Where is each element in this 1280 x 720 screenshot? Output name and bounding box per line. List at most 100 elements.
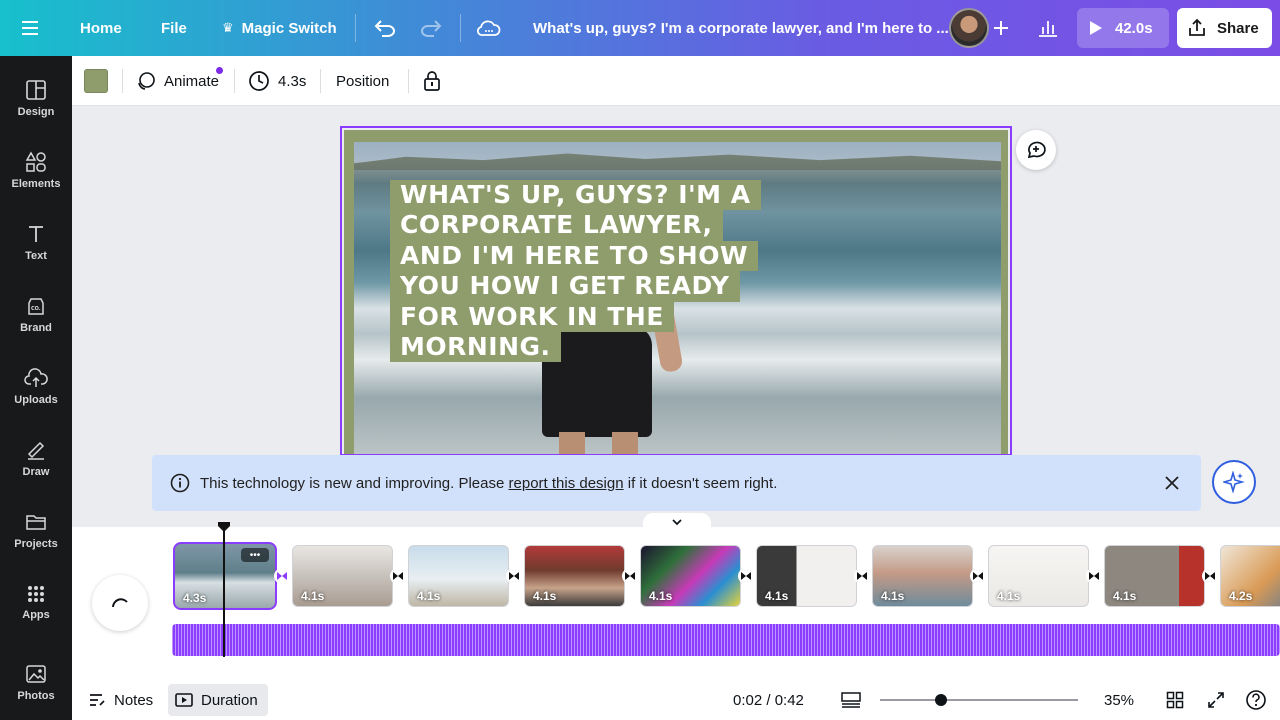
transition-icon[interactable] — [274, 568, 290, 584]
sidebar-item-photos[interactable]: Photos — [0, 649, 72, 715]
more-options-icon[interactable]: ••• — [241, 548, 269, 562]
timeline-clip[interactable]: 4.1s — [408, 545, 509, 607]
loop-button[interactable] — [92, 575, 148, 631]
notes-button[interactable]: Notes — [88, 680, 153, 720]
sidebar-item-projects[interactable]: Projects — [0, 497, 72, 563]
top-bar: Home File ♛ Magic Switch What's up, guys… — [0, 0, 1280, 56]
transition-icon[interactable] — [1202, 568, 1218, 584]
distant-hills — [354, 153, 1001, 170]
play-button[interactable]: 42.0s — [1077, 8, 1169, 48]
menu-icon[interactable] — [22, 0, 50, 56]
zoom-slider[interactable] — [880, 699, 1078, 701]
transition-icon[interactable] — [506, 568, 522, 584]
divider — [320, 69, 321, 93]
timeline-clip[interactable]: 4.1s — [292, 545, 393, 607]
cloud-save-icon[interactable] — [477, 0, 501, 56]
home-button[interactable]: Home — [80, 0, 122, 56]
playhead[interactable] — [223, 524, 225, 657]
redo-icon[interactable] — [420, 0, 442, 56]
zoom-level[interactable]: 35% — [1104, 680, 1134, 720]
headline-line: FOR WORK IN THE — [390, 301, 674, 333]
sidebar-item-uploads[interactable]: Uploads — [0, 353, 72, 419]
divider — [122, 69, 123, 93]
transition-icon[interactable] — [390, 568, 406, 584]
banner-text-before: This technology is new and improving. Pl… — [200, 474, 505, 492]
animate-button[interactable]: Animate — [136, 56, 219, 106]
avatar[interactable] — [949, 8, 989, 48]
notes-label: Notes — [114, 691, 154, 709]
transition-icon[interactable] — [738, 568, 754, 584]
page-frame: WHAT'S UP, GUYS? I'M A CORPORATE LAWYER,… — [344, 130, 1008, 454]
sparkle-icon — [1223, 471, 1245, 493]
add-collaborator-icon[interactable] — [985, 10, 1017, 46]
clock-icon — [249, 71, 269, 91]
position-button[interactable]: Position — [336, 56, 389, 106]
report-design-link[interactable]: report this design — [509, 475, 624, 492]
add-comment-button[interactable] — [1016, 130, 1056, 170]
sidebar-item-label: Brand — [20, 321, 52, 334]
banner-message: This technology is new and improving. Pl… — [200, 455, 777, 511]
clip-duration: 4.1s — [301, 589, 325, 603]
person-leg — [559, 432, 585, 454]
timeline-clip[interactable]: 4.1s — [756, 545, 857, 607]
magic-switch-label: Magic Switch — [241, 19, 337, 37]
play-duration: 42.0s — [1115, 19, 1153, 37]
grid-view-icon[interactable] — [1166, 680, 1184, 720]
share-icon — [1189, 18, 1205, 36]
sidebar-item-brand[interactable]: CO. Brand — [0, 281, 72, 347]
magic-switch-button[interactable]: ♛ Magic Switch — [222, 0, 337, 56]
notes-icon — [90, 694, 105, 706]
sidebar-item-label: Apps — [22, 608, 50, 621]
timeline-clip[interactable]: 4.1s — [524, 545, 625, 607]
banner-text-after: if it doesn't seem right. — [627, 474, 778, 492]
headline-text[interactable]: WHAT'S UP, GUYS? I'M A CORPORATE LAWYER,… — [390, 180, 761, 363]
transition-icon[interactable] — [1086, 568, 1102, 584]
video-icon — [175, 693, 193, 707]
timeline-clip[interactable]: 4.1s — [640, 545, 741, 607]
page-canvas[interactable]: WHAT'S UP, GUYS? I'M A CORPORATE LAWYER,… — [340, 126, 1012, 456]
sidebar-item-text[interactable]: Text — [0, 209, 72, 275]
sidebar-item-label: Design — [17, 105, 55, 118]
duration-toggle-button[interactable]: Duration — [168, 684, 268, 716]
file-menu-button[interactable]: File — [161, 0, 187, 56]
info-icon — [170, 473, 190, 493]
audio-track[interactable] — [172, 624, 1280, 656]
sidebar-item-elements[interactable]: Elements — [0, 137, 72, 203]
clip-duration: 4.1s — [881, 589, 905, 603]
sidebar-item-label: Elements — [11, 177, 61, 190]
draw-icon — [27, 441, 45, 460]
timeline-clip[interactable]: 4.3s ••• — [173, 542, 277, 610]
new-feature-dot — [216, 67, 223, 74]
undo-icon[interactable] — [374, 0, 396, 56]
timeline-clip[interactable]: 4.1s — [872, 545, 973, 607]
timeline-clip[interactable]: 4.1s — [988, 545, 1089, 607]
duration-button[interactable]: 4.3s — [248, 56, 306, 106]
fullscreen-icon[interactable] — [1207, 680, 1225, 720]
magic-assistant-button[interactable] — [1212, 460, 1256, 504]
insights-icon[interactable] — [1030, 10, 1066, 46]
page-view-icon[interactable] — [841, 680, 861, 720]
headline-line: WHAT'S UP, GUYS? I'M A — [390, 180, 761, 211]
transition-icon[interactable] — [622, 568, 638, 584]
headline-line: YOU HOW I GET READY — [390, 271, 740, 302]
transition-icon[interactable] — [970, 568, 986, 584]
sidebar-item-label: Projects — [14, 537, 58, 550]
sidebar-item-draw[interactable]: Draw — [0, 425, 72, 491]
lock-icon[interactable] — [422, 56, 442, 106]
clip-duration: 4.2s — [1229, 589, 1253, 603]
share-button[interactable]: Share — [1177, 8, 1272, 48]
design-title[interactable]: What's up, guys? I'm a corporate lawyer,… — [533, 0, 949, 56]
zoom-slider-handle[interactable] — [935, 694, 947, 706]
animate-label: Animate — [164, 72, 220, 90]
timeline-clip[interactable]: 4.2s — [1220, 545, 1280, 607]
sidebar-item-apps[interactable]: Apps — [0, 569, 72, 635]
help-icon[interactable] — [1245, 680, 1267, 720]
clip-duration: 4.1s — [1113, 589, 1137, 603]
transition-icon[interactable] — [854, 568, 870, 584]
close-icon[interactable] — [1164, 475, 1180, 491]
color-swatch[interactable] — [84, 69, 108, 93]
sidebar-item-label: Photos — [17, 689, 55, 702]
sidebar-item-design[interactable]: Design — [0, 65, 72, 131]
collapse-timeline-button[interactable] — [643, 513, 711, 531]
timeline-clip[interactable]: 4.1s — [1104, 545, 1205, 607]
